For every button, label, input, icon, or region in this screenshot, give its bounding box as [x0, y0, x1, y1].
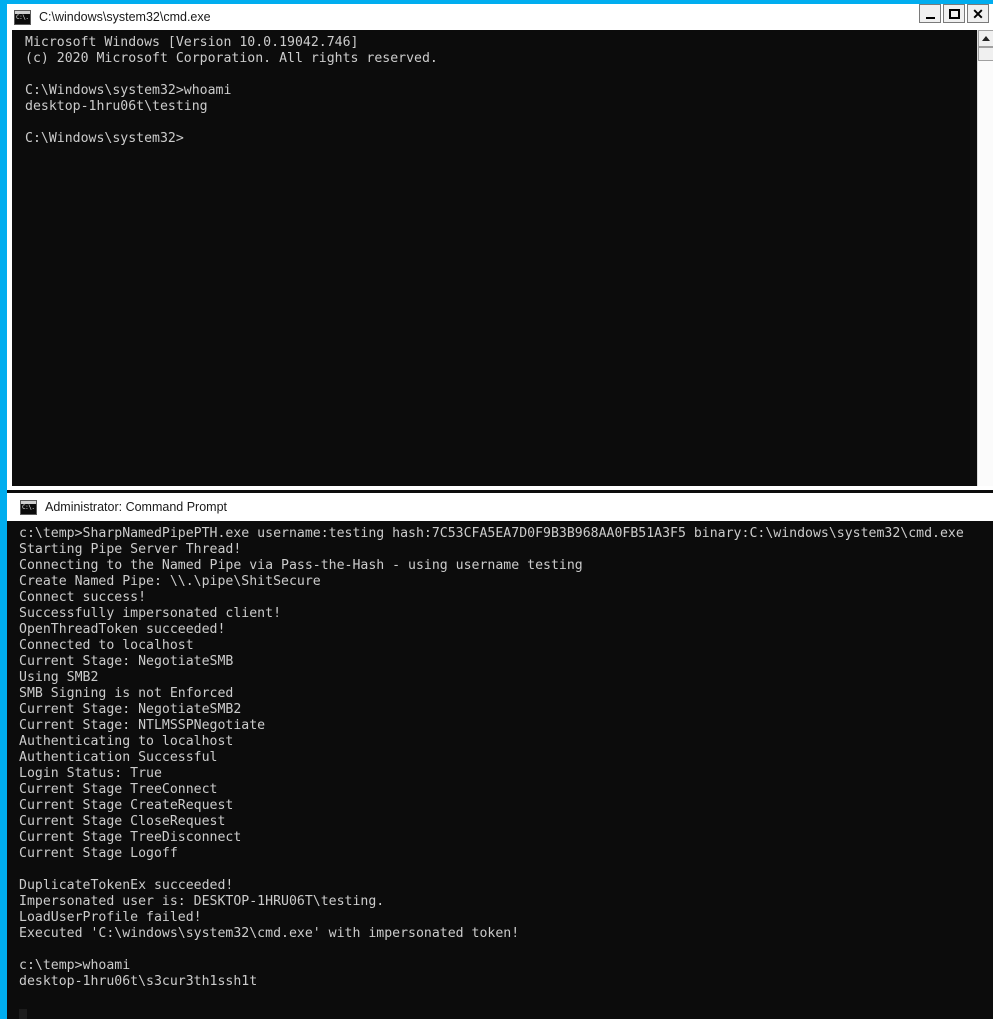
maximize-icon — [948, 8, 960, 19]
console-line: Starting Pipe Server Thread! — [19, 542, 242, 557]
admin-window-titlebar[interactable]: C:\. Administrator: Command Prompt — [7, 493, 993, 521]
console-line: Current Stage CloseRequest — [19, 814, 226, 829]
console-line: Using SMB2 — [19, 670, 99, 685]
console-line: Current Stage CreateRequest — [19, 798, 234, 813]
console-line: DuplicateTokenEx succeeded! — [19, 878, 234, 893]
text-cursor — [19, 1009, 27, 1019]
cmd-console-output-area[interactable]: Microsoft Windows [Version 10.0.19042.74… — [12, 30, 977, 486]
console-line: desktop-1hru06t\testing — [25, 99, 208, 114]
console-line: Authenticating to localhost — [19, 734, 234, 749]
console-line: Authentication Successful — [19, 750, 218, 765]
cmd-console-icon-label: C:\. — [16, 13, 29, 21]
administrator-cmd-window[interactable]: C:\. Administrator: Command Prompt c:\te… — [0, 490, 993, 1019]
cmd-window-titlebar[interactable]: C:\. C:\windows\system32\cmd.exe — [7, 4, 993, 30]
scrollbar-thumb[interactable] — [978, 47, 993, 61]
console-line: Current Stage: NegotiateSMB2 — [19, 702, 242, 717]
console-line: Impersonated user is: DESKTOP-1HRU06T\te… — [19, 894, 385, 909]
minimize-button[interactable] — [919, 4, 941, 23]
console-line: Create Named Pipe: \\.\pipe\ShitSecure — [19, 574, 321, 589]
console-line: desktop-1hru06t\s3cur3th1ssh1t — [19, 974, 258, 989]
cmd-window[interactable]: C:\. C:\windows\system32\cmd.exe ✕ Micro… — [0, 0, 993, 490]
admin-window-title: Administrator: Command Prompt — [45, 500, 228, 514]
console-line: Microsoft Windows [Version 10.0.19042.74… — [25, 35, 359, 50]
console-line: c:\temp>whoami — [19, 958, 131, 973]
close-icon: ✕ — [972, 5, 984, 22]
console-line: Current Stage TreeDisconnect — [19, 830, 242, 845]
cmd-console-icon: C:\. — [20, 499, 37, 515]
cmd-console-lines: Microsoft Windows [Version 10.0.19042.74… — [12, 30, 977, 147]
console-line: Current Stage Logoff — [19, 846, 178, 861]
console-line: Current Stage TreeConnect — [19, 782, 218, 797]
console-line: (c) 2020 Microsoft Corporation. All righ… — [25, 51, 438, 66]
console-line: Connected to localhost — [19, 638, 194, 653]
scrollbar-track[interactable] — [978, 61, 993, 486]
console-line: Current Stage: NTLMSSPNegotiate — [19, 718, 266, 733]
console-line: Current Stage: NegotiateSMB — [19, 654, 234, 669]
scrollbar-up-button[interactable] — [978, 30, 993, 47]
minimize-icon — [925, 16, 935, 19]
admin-window-accent-left-border — [0, 490, 7, 1019]
console-line: C:\Windows\system32>whoami — [25, 83, 232, 98]
console-line: Connect success! — [19, 590, 147, 605]
console-line: C:\Windows\system32> — [25, 131, 184, 146]
chevron-up-icon — [982, 36, 990, 41]
cmd-console-icon-label: C:\. — [22, 503, 35, 511]
console-line: SMB Signing is not Enforced — [19, 686, 234, 701]
console-line: OpenThreadToken succeeded! — [19, 622, 226, 637]
console-line: LoadUserProfile failed! — [19, 910, 202, 925]
cmd-window-title: C:\windows\system32\cmd.exe — [39, 10, 211, 24]
maximize-button[interactable] — [943, 4, 965, 23]
console-line: c:\temp>SharpNamedPipePTH.exe username:t… — [19, 526, 964, 541]
cmd-console-scrollbar[interactable] — [977, 30, 993, 486]
console-line: Successfully impersonated client! — [19, 606, 282, 621]
admin-console-output-area[interactable]: c:\temp>SharpNamedPipePTH.exe username:t… — [7, 521, 993, 1019]
window-accent-left-border — [0, 0, 7, 490]
console-line: Connecting to the Named Pipe via Pass-th… — [19, 558, 583, 573]
console-cursor-line — [19, 1006, 993, 1019]
cmd-console-icon: C:\. — [14, 9, 31, 25]
console-line: Login Status: True — [19, 766, 162, 781]
close-button[interactable]: ✕ — [967, 4, 989, 23]
console-line: Executed 'C:\windows\system32\cmd.exe' w… — [19, 926, 520, 941]
desktop-screen: C:\. C:\windows\system32\cmd.exe ✕ Micro… — [0, 0, 993, 1019]
window-controls[interactable]: ✕ — [919, 4, 989, 23]
admin-console-lines: c:\temp>SharpNamedPipePTH.exe username:t… — [7, 521, 993, 1019]
